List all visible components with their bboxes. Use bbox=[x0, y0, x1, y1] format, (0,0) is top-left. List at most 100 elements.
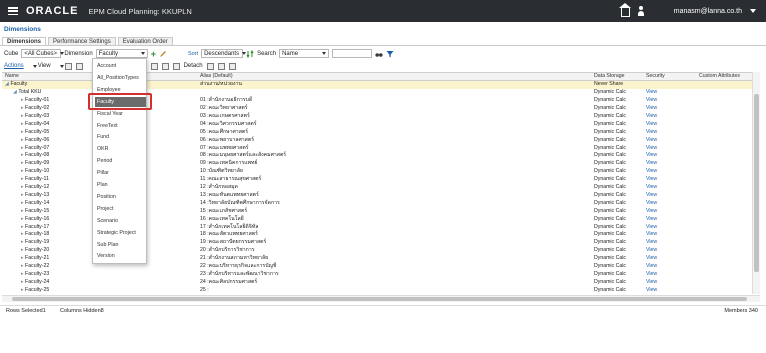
security-link[interactable]: View bbox=[646, 152, 657, 160]
sort-label[interactable]: Sort bbox=[188, 51, 198, 57]
dropdown-item-version[interactable]: Version bbox=[97, 253, 115, 259]
freeze-icon[interactable] bbox=[206, 62, 214, 70]
security-link[interactable]: View bbox=[646, 271, 657, 279]
member-name[interactable]: ▸ Faculty-09 bbox=[21, 160, 49, 168]
member-name[interactable]: ▸ Faculty-15 bbox=[21, 208, 49, 216]
dropdown-item-okr[interactable]: OKR bbox=[97, 146, 108, 152]
member-name[interactable]: ◢ Faculty bbox=[5, 81, 27, 89]
member-name[interactable]: ▸ Faculty-19 bbox=[21, 239, 49, 247]
member-name[interactable]: ▸ Faculty-05 bbox=[21, 129, 49, 137]
security-link[interactable]: View bbox=[646, 279, 657, 287]
member-name[interactable]: ▸ Faculty-24 bbox=[21, 279, 49, 287]
vertical-scrollbar[interactable] bbox=[752, 72, 760, 294]
security-link[interactable]: View bbox=[646, 184, 657, 192]
member-name[interactable]: ▸ Faculty-13 bbox=[21, 192, 49, 200]
table-row[interactable]: ▸ Faculty-22 22 :คณะบริหารธุรกิจและการบัญ… bbox=[2, 263, 752, 271]
member-name[interactable]: ▸ Faculty-14 bbox=[21, 200, 49, 208]
export-icon[interactable] bbox=[161, 62, 169, 70]
security-link[interactable]: View bbox=[646, 160, 657, 168]
security-link[interactable]: View bbox=[646, 263, 657, 271]
binoculars-icon[interactable] bbox=[375, 50, 383, 58]
security-link[interactable]: View bbox=[646, 200, 657, 208]
security-link[interactable]: View bbox=[646, 89, 657, 97]
dropdown-item-project[interactable]: Project bbox=[97, 206, 114, 212]
filter-icon[interactable] bbox=[386, 50, 394, 58]
security-link[interactable]: View bbox=[646, 129, 657, 137]
security-link[interactable]: View bbox=[646, 105, 657, 113]
column-header-security[interactable]: Security bbox=[646, 73, 665, 81]
column-header-alias[interactable]: Alias (Default) bbox=[200, 73, 233, 81]
security-link[interactable]: View bbox=[646, 239, 657, 247]
column-header-data-storage[interactable]: Data Storage bbox=[594, 73, 625, 81]
security-link[interactable]: View bbox=[646, 287, 657, 294]
dropdown-item-sub-plan[interactable]: Sub Plan bbox=[97, 242, 119, 248]
actions-menu[interactable]: Actions bbox=[4, 63, 24, 69]
member-name[interactable]: ▸ Faculty-17 bbox=[21, 224, 49, 232]
menu-icon[interactable] bbox=[8, 7, 18, 15]
sort-select[interactable]: Descendants bbox=[201, 49, 247, 58]
security-link[interactable]: View bbox=[646, 97, 657, 105]
dropdown-item-fiscal-year[interactable]: Fiscal Year bbox=[97, 111, 123, 117]
sort-order-icon[interactable] bbox=[246, 49, 254, 58]
member-name[interactable]: ◢ Total KKU bbox=[13, 89, 41, 97]
table-row[interactable]: ▸ Faculty-25 25 : Dynamic Calc View bbox=[2, 287, 752, 294]
refresh-icon[interactable] bbox=[150, 62, 158, 70]
dropdown-item-employee[interactable]: Employee bbox=[97, 87, 121, 93]
search-input[interactable] bbox=[332, 49, 373, 58]
home-icon[interactable] bbox=[618, 3, 631, 17]
add-child-icon[interactable] bbox=[75, 62, 83, 70]
member-name[interactable]: ▸ Faculty-22 bbox=[21, 263, 49, 271]
member-name[interactable]: ▸ Faculty-06 bbox=[21, 137, 49, 145]
dropdown-item-position[interactable]: Position bbox=[97, 194, 116, 200]
dropdown-item-freetext[interactable]: FreeText bbox=[97, 123, 118, 129]
accessibility-icon[interactable] bbox=[637, 6, 644, 16]
dropdown-item-fund[interactable]: Fund bbox=[97, 134, 109, 140]
table-row[interactable]: ▸ Faculty-23 23 :สำนักบริหารและพัฒนาวิชาก… bbox=[2, 271, 752, 279]
security-link[interactable]: View bbox=[646, 192, 657, 200]
security-link[interactable]: View bbox=[646, 255, 657, 263]
wrap-icon[interactable] bbox=[217, 62, 225, 70]
search-field-select[interactable]: Name bbox=[279, 49, 330, 58]
security-link[interactable]: View bbox=[646, 216, 657, 224]
security-link[interactable]: View bbox=[646, 176, 657, 184]
member-name[interactable]: ▸ Faculty-01 bbox=[21, 97, 49, 105]
member-name[interactable]: ▸ Faculty-11 bbox=[21, 176, 49, 184]
security-link[interactable]: View bbox=[646, 168, 657, 176]
member-name[interactable]: ▸ Faculty-16 bbox=[21, 216, 49, 224]
member-name[interactable]: ▸ Faculty-03 bbox=[21, 113, 49, 121]
dropdown-item-scenario[interactable]: Scenario bbox=[97, 218, 118, 224]
member-name[interactable]: ▸ Faculty-21 bbox=[21, 255, 49, 263]
member-name[interactable]: ▸ Faculty-07 bbox=[21, 145, 49, 153]
dropdown-item-all-positiontypes[interactable]: All_PositionTypes bbox=[97, 75, 139, 81]
member-name[interactable]: ▸ Faculty-04 bbox=[21, 121, 49, 129]
chevron-down-icon[interactable] bbox=[750, 9, 756, 13]
dimension-select[interactable]: Faculty bbox=[95, 49, 148, 58]
detach-button[interactable]: Detach bbox=[184, 63, 203, 69]
security-link[interactable]: View bbox=[646, 231, 657, 239]
member-name[interactable]: ▸ Faculty-20 bbox=[21, 247, 49, 255]
dropdown-item-plan[interactable]: Plan bbox=[97, 182, 108, 188]
horizontal-scrollbar[interactable] bbox=[2, 295, 760, 302]
security-link[interactable]: View bbox=[646, 113, 657, 121]
member-name[interactable]: ▸ Faculty-25 bbox=[21, 287, 49, 294]
dropdown-item-period[interactable]: Period bbox=[97, 158, 112, 164]
security-link[interactable]: View bbox=[646, 224, 657, 232]
table-row[interactable]: ▸ Faculty-24 24 :คณะศิลปกรรมศาสตร์ Dynamic… bbox=[2, 279, 752, 287]
user-name[interactable]: manasm@lanna.co.th bbox=[674, 8, 742, 15]
security-link[interactable]: View bbox=[646, 208, 657, 216]
dropdown-item-pillar[interactable]: Pillar bbox=[97, 170, 109, 176]
edit-member-icon[interactable] bbox=[64, 62, 72, 70]
member-name[interactable]: ▸ Faculty-12 bbox=[21, 184, 49, 192]
member-name[interactable]: ▸ Faculty-08 bbox=[21, 152, 49, 160]
member-name[interactable]: ▸ Faculty-23 bbox=[21, 271, 49, 279]
column-header-custom-attributes[interactable]: Custom Attributes bbox=[699, 73, 740, 81]
security-link[interactable]: View bbox=[646, 247, 657, 255]
grid-options-icon[interactable] bbox=[228, 62, 236, 70]
edit-icon[interactable] bbox=[159, 50, 167, 58]
member-name[interactable]: ▸ Faculty-18 bbox=[21, 231, 49, 239]
member-name[interactable]: ▸ Faculty-10 bbox=[21, 168, 49, 176]
security-link[interactable]: View bbox=[646, 121, 657, 129]
dropdown-item-strategic-project[interactable]: Strategic Project bbox=[97, 230, 136, 236]
detach-icon[interactable] bbox=[172, 62, 180, 70]
security-link[interactable]: View bbox=[646, 145, 657, 153]
